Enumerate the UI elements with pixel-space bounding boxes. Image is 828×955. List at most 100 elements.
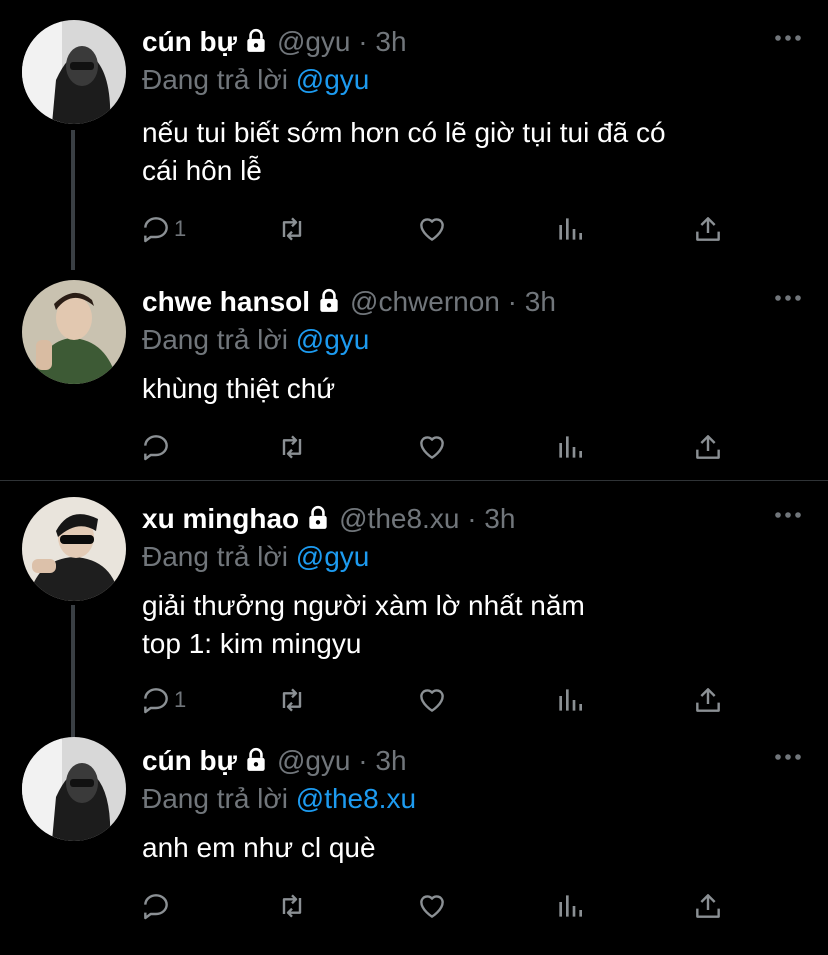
share-icon (696, 688, 720, 712)
action-bar: 1 (140, 683, 788, 723)
lock-icon (305, 504, 331, 540)
share-button[interactable] (692, 430, 724, 464)
analytics-button[interactable] (554, 212, 586, 246)
like-icon (420, 895, 444, 918)
tweet-header: cún bự @gyu · 3h (142, 743, 768, 782)
user-handle[interactable]: @gyu (277, 745, 351, 776)
reply-button[interactable]: 1 (140, 683, 186, 717)
replying-to: Đang trả lời @gyu (142, 62, 369, 98)
replying-label: Đang trả lời (142, 64, 296, 95)
analytics-button[interactable] (554, 889, 586, 923)
tweet-text-line: anh em như cl què (142, 832, 376, 863)
tweet[interactable]: xu minghao @the8.xu · 3h Đang trả lời @gy… (0, 481, 828, 745)
share-button[interactable] (692, 212, 724, 246)
tweet[interactable]: cún bự @gyu · 3h Đang trả lời @the8.xu an… (0, 737, 828, 955)
reply-icon (144, 435, 168, 461)
reply-icon (144, 688, 168, 714)
reply-button[interactable] (140, 430, 174, 464)
reply-button[interactable]: 1 (140, 212, 186, 246)
replying-to: Đang trả lời @the8.xu (142, 781, 416, 817)
replying-to: Đang trả lời @gyu (142, 322, 369, 358)
replying-to-mention[interactable]: @gyu (296, 541, 370, 572)
tweet-text: nếu tui biết sớm hơn có lẽ giờ tụi tui đ… (142, 114, 788, 190)
action-bar (140, 430, 788, 470)
replying-to-mention[interactable]: @the8.xu (296, 783, 416, 814)
analytics-icon (559, 895, 582, 917)
share-icon (696, 894, 720, 918)
display-name[interactable]: cún bự (142, 26, 237, 57)
conversation-thread: cún bự @gyu · 3h Đang trả lời @gyu nếu tu… (0, 0, 828, 955)
reply-icon (144, 217, 168, 243)
share-icon (696, 217, 720, 241)
retweet-icon (282, 688, 302, 712)
like-icon (420, 436, 444, 459)
tweet-text-line: khùng thiệt chứ (142, 373, 336, 404)
retweet-icon (282, 894, 302, 918)
separator-dot: · (507, 286, 517, 317)
tweet-text: giải thưởng người xàm lờ nhất năm top 1:… (142, 587, 788, 663)
timestamp[interactable]: 3h (375, 26, 406, 57)
reply-button[interactable] (140, 889, 174, 923)
retweet-icon (282, 217, 302, 241)
share-button[interactable] (692, 889, 724, 923)
avatar[interactable] (22, 737, 126, 841)
more-icon[interactable] (774, 28, 802, 48)
retweet-button[interactable] (276, 683, 308, 717)
reply-count: 1 (174, 687, 187, 712)
tweet[interactable]: chwe hansol @chwernon · 3h Đang trả lời @… (0, 262, 828, 480)
lock-icon (243, 746, 269, 782)
replying-to-mention[interactable]: @gyu (296, 64, 370, 95)
timestamp[interactable]: 3h (375, 745, 406, 776)
share-button[interactable] (692, 683, 724, 717)
timestamp[interactable]: 3h (525, 286, 556, 317)
separator-dot: · (358, 745, 368, 776)
replying-label: Đang trả lời (142, 783, 296, 814)
retweet-button[interactable] (276, 212, 308, 246)
display-name[interactable]: cún bự (142, 745, 237, 776)
action-bar (140, 889, 788, 929)
lock-icon (316, 287, 342, 323)
analytics-icon (559, 689, 582, 711)
display-name[interactable]: chwe hansol (142, 286, 310, 317)
analytics-icon (559, 218, 582, 240)
like-button[interactable] (416, 889, 448, 923)
user-handle[interactable]: @gyu (277, 26, 351, 57)
display-name[interactable]: xu minghao (142, 503, 299, 534)
tweet-text-line: nếu tui biết sớm hơn có lẽ giờ tụi tui đ… (142, 117, 666, 148)
action-bar: 1 (140, 212, 788, 252)
tweet-text: khùng thiệt chứ (142, 370, 788, 408)
separator-dot: · (358, 26, 368, 57)
avatar[interactable] (22, 280, 126, 384)
thread-connector-line (71, 130, 75, 270)
retweet-icon (282, 435, 302, 459)
more-icon[interactable] (774, 747, 802, 767)
retweet-button[interactable] (276, 889, 308, 923)
tweet[interactable]: cún bự @gyu · 3h Đang trả lời @gyu nếu tu… (0, 0, 828, 270)
more-icon[interactable] (774, 288, 802, 308)
tweet-text-line: cái hôn lễ (142, 155, 262, 186)
tweet-text-line: giải thưởng người xàm lờ nhất năm (142, 590, 585, 621)
user-handle[interactable]: @chwernon (350, 286, 500, 317)
analytics-icon (559, 436, 582, 458)
replying-to-mention[interactable]: @gyu (296, 324, 370, 355)
like-button[interactable] (416, 683, 448, 717)
avatar[interactable] (22, 497, 126, 601)
analytics-button[interactable] (554, 430, 586, 464)
tweet-text-line: top 1: kim mingyu (142, 628, 362, 659)
share-icon (696, 435, 720, 459)
like-icon (420, 218, 444, 241)
like-icon (420, 689, 444, 712)
tweet-header: xu minghao @the8.xu · 3h (142, 501, 768, 540)
timestamp[interactable]: 3h (484, 503, 515, 534)
user-handle[interactable]: @the8.xu (339, 503, 459, 534)
like-button[interactable] (416, 430, 448, 464)
avatar[interactable] (22, 20, 126, 124)
reply-icon (144, 894, 168, 920)
replying-label: Đang trả lời (142, 541, 296, 572)
thread-connector-line (71, 605, 75, 745)
retweet-button[interactable] (276, 430, 308, 464)
tweet-header: cún bự @gyu · 3h (142, 24, 768, 63)
analytics-button[interactable] (554, 683, 586, 717)
more-icon[interactable] (774, 505, 802, 525)
like-button[interactable] (416, 212, 448, 246)
